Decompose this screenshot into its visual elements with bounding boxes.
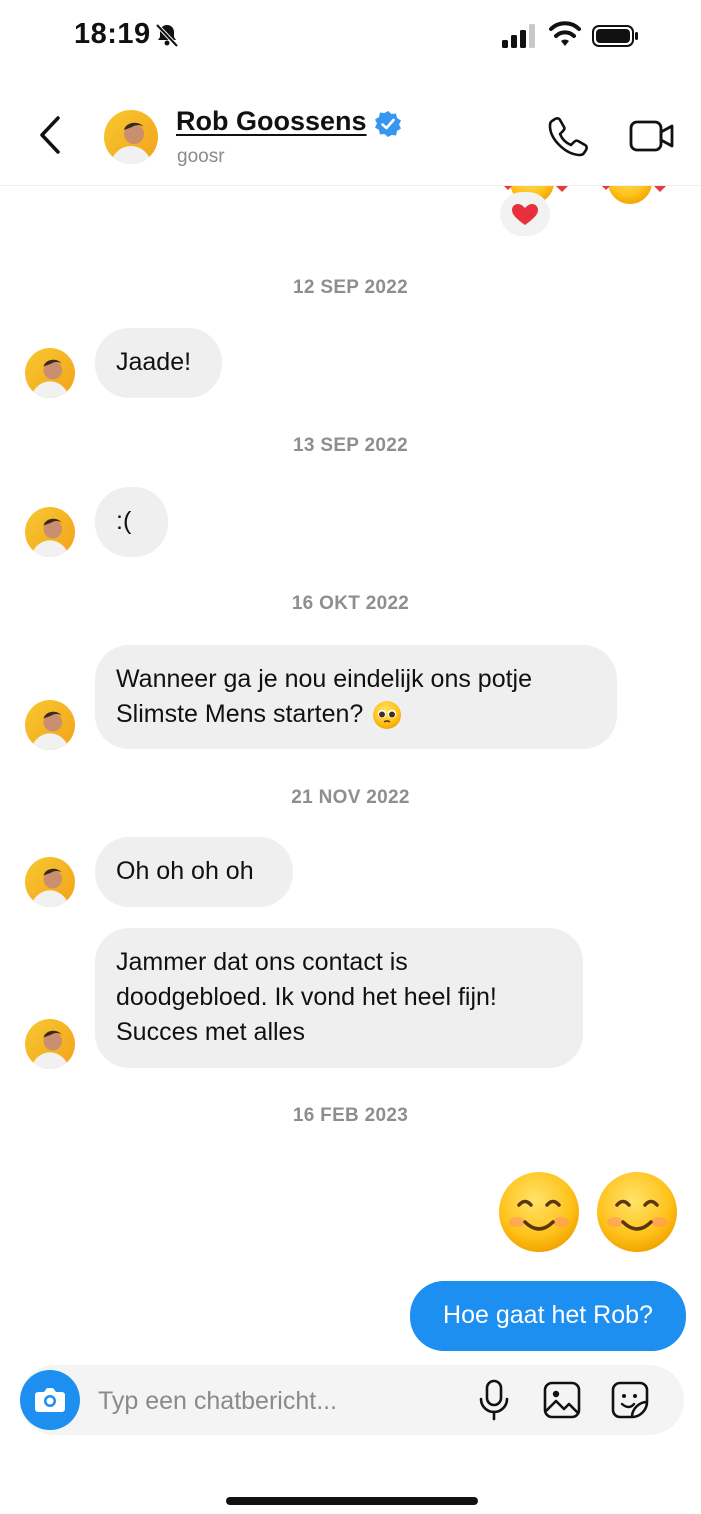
muted-bell-icon bbox=[155, 23, 179, 48]
sender-avatar[interactable] bbox=[25, 1019, 75, 1069]
message-text-line: Jammer dat ons contact is bbox=[116, 948, 408, 976]
message-text-line: doodgebloed. Ik vond het heel fijn! bbox=[116, 983, 497, 1011]
status-time: 18:19 bbox=[74, 18, 151, 50]
microphone-icon[interactable] bbox=[476, 1378, 512, 1422]
phone-call-icon[interactable] bbox=[546, 114, 590, 158]
sender-avatar[interactable] bbox=[25, 507, 75, 557]
pleading-face-emoji-icon bbox=[373, 700, 402, 729]
date-separator: 21 NOV 2022 bbox=[291, 787, 410, 808]
heart-icon bbox=[512, 204, 538, 225]
message-text-line: Slimste Mens starten? bbox=[116, 700, 364, 728]
back-arrow-icon[interactable] bbox=[32, 110, 72, 160]
heart-reaction[interactable] bbox=[500, 192, 550, 236]
message-input[interactable] bbox=[96, 1380, 460, 1422]
date-separator: 16 FEB 2023 bbox=[292, 1105, 409, 1126]
incoming-message[interactable]: Oh oh oh oh bbox=[95, 837, 293, 907]
sender-avatar[interactable] bbox=[25, 857, 75, 907]
outgoing-message[interactable]: Hoe gaat het Rob? bbox=[410, 1281, 686, 1351]
contact-avatar[interactable] bbox=[104, 110, 158, 164]
video-call-icon[interactable] bbox=[628, 116, 676, 156]
message-text: Hoe gaat het Rob? bbox=[443, 1301, 653, 1329]
camera-icon bbox=[35, 1388, 65, 1412]
sticker-icon[interactable] bbox=[610, 1380, 650, 1420]
gallery-icon[interactable] bbox=[542, 1380, 582, 1420]
sender-avatar[interactable] bbox=[25, 348, 75, 398]
wifi-icon bbox=[549, 21, 581, 46]
message-text-line: Wanneer ga je nou eindelijk ons potje bbox=[116, 665, 533, 693]
incoming-message[interactable]: Wanneer ga je nou eindelijk ons potje Sl… bbox=[95, 645, 617, 749]
date-separator: 12 SEP 2022 bbox=[293, 277, 408, 298]
message-text: :( bbox=[116, 507, 132, 535]
incoming-message[interactable]: :( bbox=[95, 487, 168, 557]
verified-badge-icon bbox=[375, 111, 401, 137]
message-text: Oh oh oh oh bbox=[116, 857, 254, 885]
home-indicator bbox=[226, 1497, 478, 1505]
contact-username: goosr bbox=[177, 146, 225, 167]
contact-name[interactable]: Rob Goossens bbox=[176, 106, 367, 137]
camera-button[interactable] bbox=[20, 1370, 80, 1430]
incoming-message[interactable]: Jaade! bbox=[95, 328, 222, 398]
smiling-face-emoji-icon[interactable] bbox=[497, 1170, 581, 1254]
smiling-face-emoji-icon[interactable] bbox=[595, 1170, 679, 1254]
cellular-signal-icon bbox=[502, 24, 535, 48]
message-text: Jaade! bbox=[116, 348, 192, 376]
incoming-message[interactable]: Jammer dat ons contact is doodgebloed. I… bbox=[95, 928, 583, 1068]
sender-avatar[interactable] bbox=[25, 700, 75, 750]
date-separator: 16 OKT 2022 bbox=[291, 593, 410, 614]
battery-icon bbox=[592, 25, 638, 47]
date-separator: 13 SEP 2022 bbox=[293, 435, 408, 456]
message-text-line: Succes met alles bbox=[116, 1018, 305, 1046]
